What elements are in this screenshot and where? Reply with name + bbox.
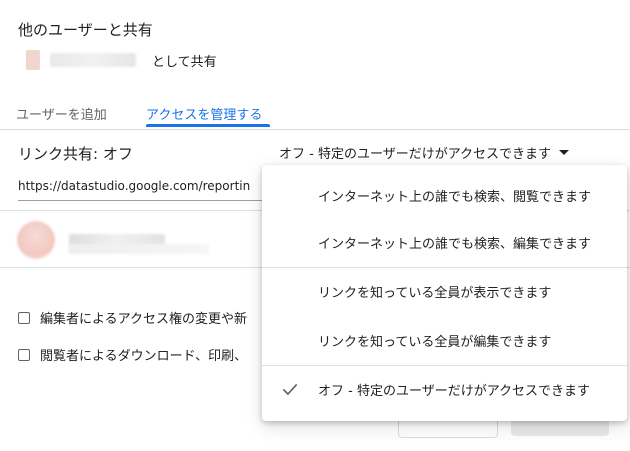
menu-item-label: リンクを知っている全員が表示できます	[318, 285, 552, 301]
option-label: 閲覧者によるダウンロード、印刷、	[40, 349, 248, 364]
option-editors-change-access[interactable]: 編集者によるアクセス権の変更や新	[18, 308, 247, 327]
menu-item-public-edit[interactable]: インターネット上の誰でも検索、編集できます	[262, 218, 627, 266]
tab-manage-access[interactable]: アクセスを管理する	[146, 104, 262, 123]
owner-avatar	[26, 50, 40, 70]
dialog-title: 他のユーザーと共有	[18, 21, 153, 39]
menu-item-link-view[interactable]: リンクを知っている全員が表示できます	[262, 267, 627, 315]
avatar	[17, 221, 55, 259]
owner-row: として共有	[26, 48, 217, 72]
person-row	[17, 218, 209, 262]
checkbox[interactable]	[18, 311, 30, 324]
checkmark-icon	[282, 383, 298, 396]
link-sharing-menu: インターネット上の誰でも検索、閲覧できます インターネット上の誰でも検索、編集で…	[262, 165, 627, 421]
share-url-field[interactable]: https://datastudio.google.com/reportin	[18, 172, 298, 201]
owner-suffix: として共有	[152, 54, 217, 70]
option-label: 編集者によるアクセス権の変更や新	[40, 312, 247, 327]
menu-item-off-specific-users[interactable]: オフ - 特定のユーザーだけがアクセスできます	[262, 365, 627, 413]
link-sharing-label: リンク共有: オフ	[18, 145, 133, 163]
menu-item-link-edit[interactable]: リンクを知っている全員が編集できます	[262, 316, 627, 364]
link-sharing-dropdown[interactable]: オフ - 特定のユーザーだけがアクセスできます	[279, 143, 570, 162]
share-url-text: https://datastudio.google.com/reportin	[18, 179, 251, 193]
menu-item-label: オフ - 特定のユーザーだけがアクセスできます	[318, 383, 591, 399]
menu-item-label: リンクを知っている全員が編集できます	[318, 334, 552, 350]
dropdown-caret-icon	[559, 150, 570, 155]
owner-name-redacted	[50, 53, 136, 67]
menu-item-label: インターネット上の誰でも検索、編集できます	[318, 236, 592, 252]
person-email-redacted	[69, 244, 209, 254]
link-sharing-selected: オフ - 特定のユーザーだけがアクセスできます	[279, 147, 552, 162]
active-tab-indicator	[146, 124, 270, 127]
tab-bar: ユーザーを追加 アクセスを管理する	[0, 98, 630, 130]
option-viewers-download[interactable]: 閲覧者によるダウンロード、印刷、	[18, 345, 247, 364]
menu-item-public-view[interactable]: インターネット上の誰でも検索、閲覧できます	[262, 171, 627, 219]
menu-item-label: インターネット上の誰でも検索、閲覧できます	[318, 189, 592, 205]
tab-add-users[interactable]: ユーザーを追加	[16, 104, 107, 123]
checkbox[interactable]	[18, 348, 30, 361]
